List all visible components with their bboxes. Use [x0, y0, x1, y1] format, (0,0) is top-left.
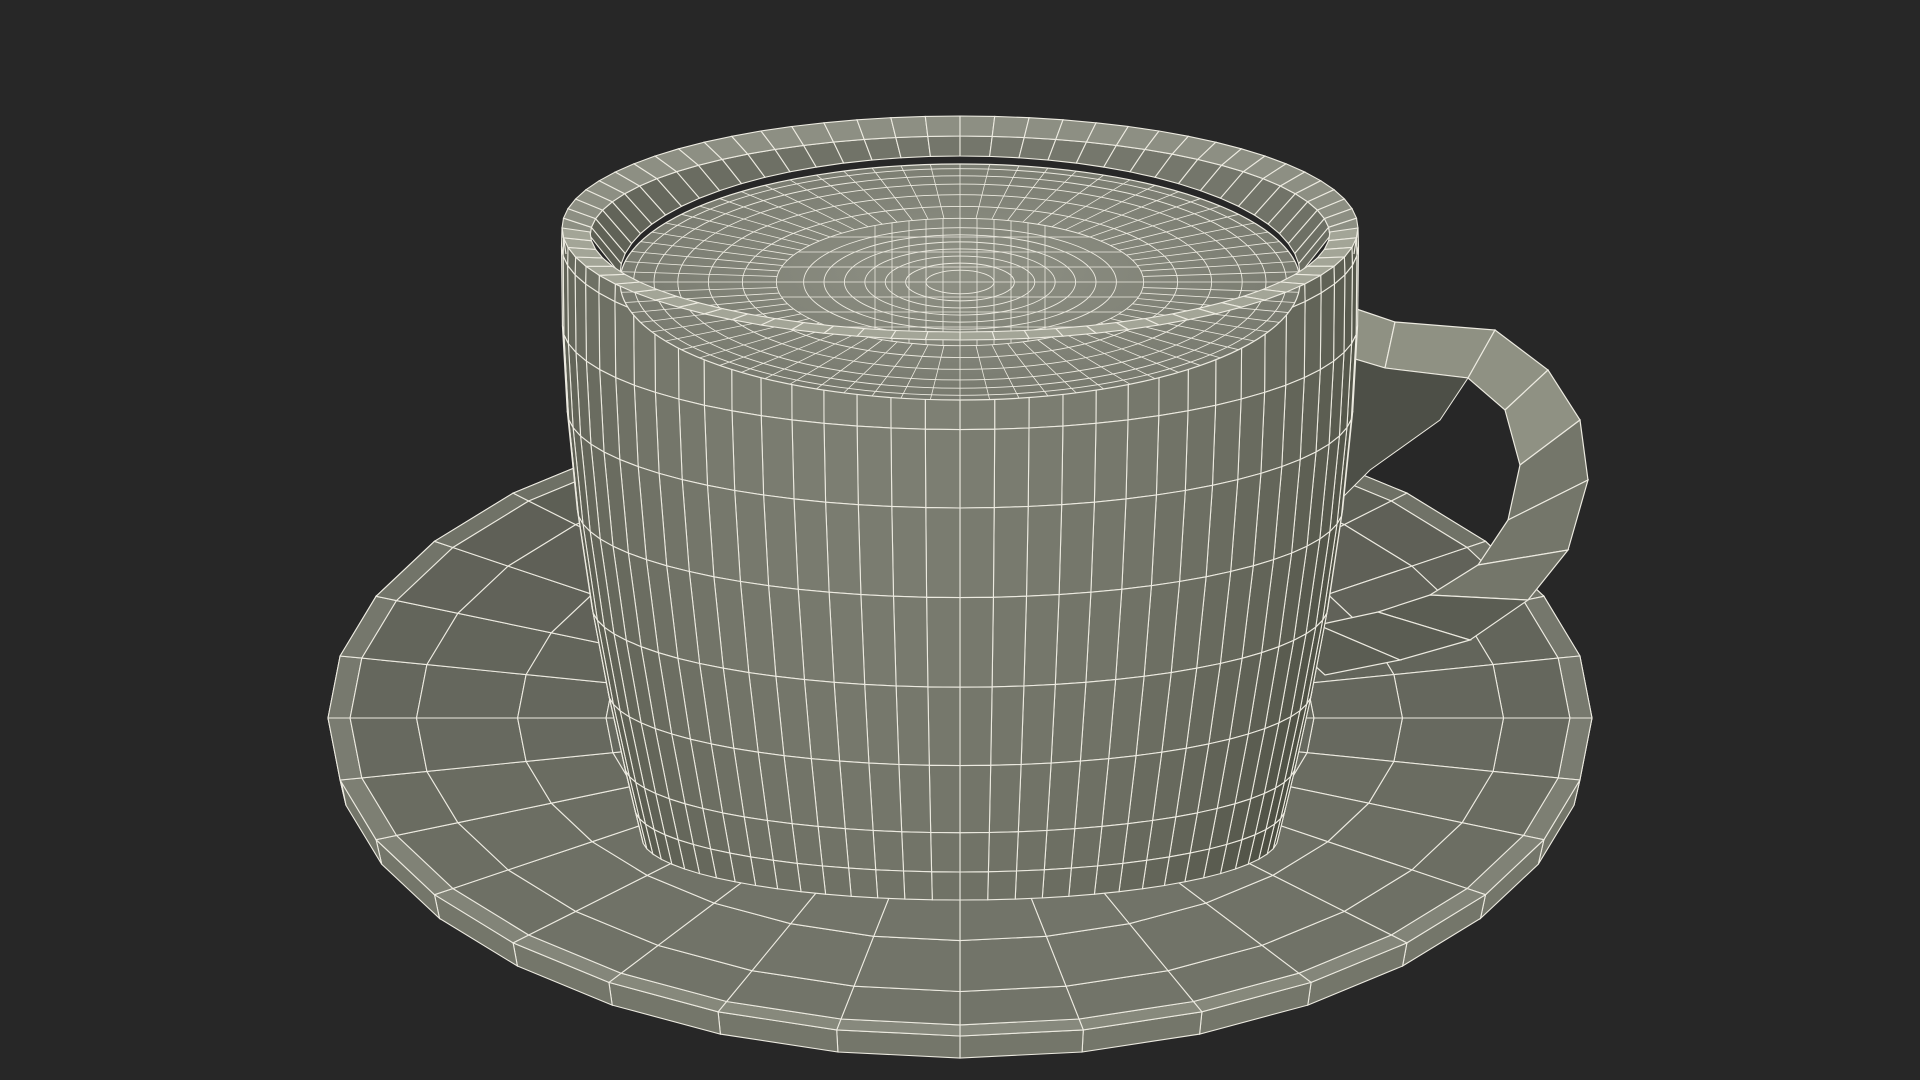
coffee-surface [619, 163, 1301, 401]
cup [560, 115, 1360, 901]
cup-saucer-wireframe-render [327, 115, 1593, 1059]
3d-viewport[interactable] [0, 0, 1920, 1080]
